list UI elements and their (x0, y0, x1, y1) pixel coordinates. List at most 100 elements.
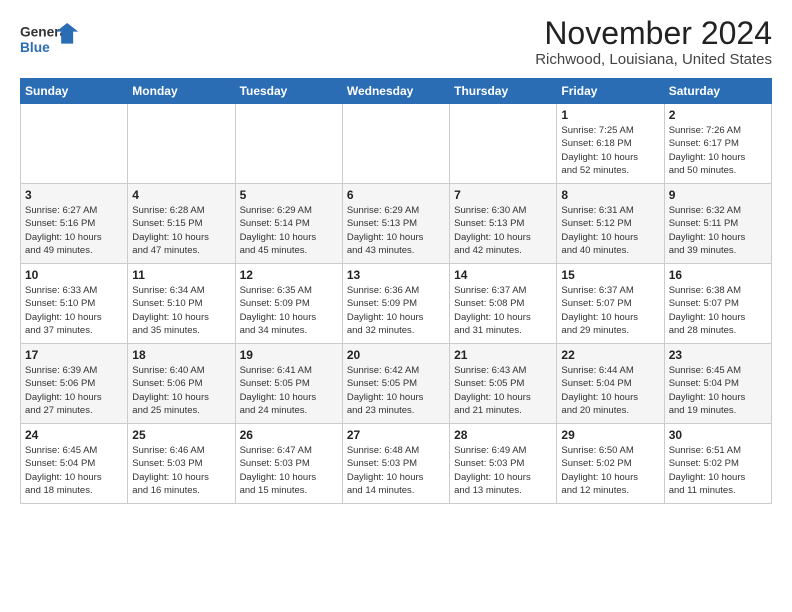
day-info: Sunrise: 6:44 AMSunset: 5:04 PMDaylight:… (561, 364, 659, 417)
day-number: 12 (240, 268, 338, 282)
header-saturday: Saturday (664, 79, 771, 104)
calendar-cell-w3-d3: 13 Sunrise: 6:36 AMSunset: 5:09 PMDayligh… (342, 264, 449, 344)
day-number: 22 (561, 348, 659, 362)
day-info: Sunrise: 6:49 AMSunset: 5:03 PMDaylight:… (454, 444, 552, 497)
calendar-cell-w3-d0: 10 Sunrise: 6:33 AMSunset: 5:10 PMDayligh… (21, 264, 128, 344)
day-info: Sunrise: 6:45 AMSunset: 5:04 PMDaylight:… (25, 444, 123, 497)
svg-text:Blue: Blue (20, 40, 50, 55)
day-number: 18 (132, 348, 230, 362)
day-info: Sunrise: 6:47 AMSunset: 5:03 PMDaylight:… (240, 444, 338, 497)
calendar-cell-w2-d4: 7 Sunrise: 6:30 AMSunset: 5:13 PMDaylight… (450, 184, 557, 264)
day-number: 10 (25, 268, 123, 282)
day-info: Sunrise: 6:33 AMSunset: 5:10 PMDaylight:… (25, 284, 123, 337)
day-number: 30 (669, 428, 767, 442)
calendar-cell-w3-d5: 15 Sunrise: 6:37 AMSunset: 5:07 PMDayligh… (557, 264, 664, 344)
week-row-4: 17Sunrise: 6:39 AMSunset: 5:06 PMDayligh… (21, 344, 772, 424)
calendar-cell-w4-d2: 19 Sunrise: 6:41 AMSunset: 5:05 PMDayligh… (235, 344, 342, 424)
calendar-cell-w5-d1: 25 Sunrise: 6:46 AMSunset: 5:03 PMDayligh… (128, 424, 235, 504)
calendar-cell-w1-d1 (128, 104, 235, 184)
day-number: 21 (454, 348, 552, 362)
calendar-cell-w1-d2 (235, 104, 342, 184)
day-info: Sunrise: 6:51 AMSunset: 5:02 PMDaylight:… (669, 444, 767, 497)
day-info: Sunrise: 6:48 AMSunset: 5:03 PMDaylight:… (347, 444, 445, 497)
day-number: 5 (240, 188, 338, 202)
day-number: 13 (347, 268, 445, 282)
calendar-cell-w1-d6: 2 Sunrise: 7:26 AMSunset: 6:17 PMDaylight… (664, 104, 771, 184)
calendar-cell-w5-d5: 29Sunrise: 6:50 AMSunset: 5:02 PMDayligh… (557, 424, 664, 504)
day-number: 2 (669, 108, 767, 122)
day-number: 26 (240, 428, 338, 442)
logo-svg: General Blue (20, 16, 80, 66)
calendar-cell-w4-d6: 23Sunrise: 6:45 AMSunset: 5:04 PMDayligh… (664, 344, 771, 424)
day-number: 6 (347, 188, 445, 202)
day-number: 24 (25, 428, 123, 442)
calendar-cell-w4-d5: 22 Sunrise: 6:44 AMSunset: 5:04 PMDayligh… (557, 344, 664, 424)
calendar-cell-w5-d3: 27 Sunrise: 6:48 AMSunset: 5:03 PMDayligh… (342, 424, 449, 504)
calendar-cell-w2-d3: 6 Sunrise: 6:29 AMSunset: 5:13 PMDaylight… (342, 184, 449, 264)
day-info: Sunrise: 6:42 AMSunset: 5:05 PMDaylight:… (347, 364, 445, 417)
calendar-body: 1Sunrise: 7:25 AMSunset: 6:18 PMDaylight… (21, 104, 772, 504)
header-tuesday: Tuesday (235, 79, 342, 104)
day-info: Sunrise: 7:25 AMSunset: 6:18 PMDaylight:… (561, 124, 659, 177)
day-number: 9 (669, 188, 767, 202)
day-info: Sunrise: 6:41 AMSunset: 5:05 PMDaylight:… (240, 364, 338, 417)
day-info: Sunrise: 6:35 AMSunset: 5:09 PMDaylight:… (240, 284, 338, 337)
calendar-cell-w5-d2: 26 Sunrise: 6:47 AMSunset: 5:03 PMDayligh… (235, 424, 342, 504)
calendar-cell-w1-d0 (21, 104, 128, 184)
day-info: Sunrise: 6:46 AMSunset: 5:03 PMDaylight:… (132, 444, 230, 497)
calendar-cell-w1-d4 (450, 104, 557, 184)
calendar-cell-w4-d1: 18 Sunrise: 6:40 AMSunset: 5:06 PMDayligh… (128, 344, 235, 424)
day-info: Sunrise: 6:40 AMSunset: 5:06 PMDaylight:… (132, 364, 230, 417)
calendar-cell-w5-d6: 30 Sunrise: 6:51 AMSunset: 5:02 PMDayligh… (664, 424, 771, 504)
day-number: 16 (669, 268, 767, 282)
day-info: Sunrise: 6:28 AMSunset: 5:15 PMDaylight:… (132, 204, 230, 257)
week-row-1: 1Sunrise: 7:25 AMSunset: 6:18 PMDaylight… (21, 104, 772, 184)
header-friday: Friday (557, 79, 664, 104)
day-number: 27 (347, 428, 445, 442)
day-number: 28 (454, 428, 552, 442)
header-wednesday: Wednesday (342, 79, 449, 104)
calendar-cell-w2-d0: 3Sunrise: 6:27 AMSunset: 5:16 PMDaylight… (21, 184, 128, 264)
day-info: Sunrise: 6:37 AMSunset: 5:07 PMDaylight:… (561, 284, 659, 337)
calendar-cell-w3-d6: 16 Sunrise: 6:38 AMSunset: 5:07 PMDayligh… (664, 264, 771, 344)
calendar-cell-w3-d4: 14Sunrise: 6:37 AMSunset: 5:08 PMDayligh… (450, 264, 557, 344)
day-number: 25 (132, 428, 230, 442)
calendar-cell-w1-d3 (342, 104, 449, 184)
day-number: 19 (240, 348, 338, 362)
calendar-cell-w1-d5: 1Sunrise: 7:25 AMSunset: 6:18 PMDaylight… (557, 104, 664, 184)
week-row-5: 24 Sunrise: 6:45 AMSunset: 5:04 PMDayligh… (21, 424, 772, 504)
header-sunday: Sunday (21, 79, 128, 104)
day-info: Sunrise: 6:29 AMSunset: 5:13 PMDaylight:… (347, 204, 445, 257)
day-info: Sunrise: 7:26 AMSunset: 6:17 PMDaylight:… (669, 124, 767, 177)
logo: General Blue (20, 16, 80, 66)
title-block: November 2024 Richwood, Louisiana, Unite… (535, 16, 772, 68)
day-number: 7 (454, 188, 552, 202)
calendar-cell-w2-d5: 8Sunrise: 6:31 AMSunset: 5:12 PMDaylight… (557, 184, 664, 264)
week-row-3: 10 Sunrise: 6:33 AMSunset: 5:10 PMDayligh… (21, 264, 772, 344)
page-header: General Blue November 2024 Richwood, Lou… (20, 16, 772, 68)
day-number: 15 (561, 268, 659, 282)
day-info: Sunrise: 6:36 AMSunset: 5:09 PMDaylight:… (347, 284, 445, 337)
calendar-cell-w2-d1: 4 Sunrise: 6:28 AMSunset: 5:15 PMDaylight… (128, 184, 235, 264)
calendar-table: Sunday Monday Tuesday Wednesday Thursday… (20, 78, 772, 504)
header-thursday: Thursday (450, 79, 557, 104)
day-info: Sunrise: 6:34 AMSunset: 5:10 PMDaylight:… (132, 284, 230, 337)
day-info: Sunrise: 6:50 AMSunset: 5:02 PMDaylight:… (561, 444, 659, 497)
day-number: 4 (132, 188, 230, 202)
day-info: Sunrise: 6:43 AMSunset: 5:05 PMDaylight:… (454, 364, 552, 417)
calendar-cell-w2-d2: 5 Sunrise: 6:29 AMSunset: 5:14 PMDaylight… (235, 184, 342, 264)
day-info: Sunrise: 6:38 AMSunset: 5:07 PMDaylight:… (669, 284, 767, 337)
day-number: 11 (132, 268, 230, 282)
weekday-header-row: Sunday Monday Tuesday Wednesday Thursday… (21, 79, 772, 104)
day-info: Sunrise: 6:30 AMSunset: 5:13 PMDaylight:… (454, 204, 552, 257)
calendar-cell-w5-d4: 28 Sunrise: 6:49 AMSunset: 5:03 PMDayligh… (450, 424, 557, 504)
calendar-cell-w4-d3: 20Sunrise: 6:42 AMSunset: 5:05 PMDayligh… (342, 344, 449, 424)
calendar-cell-w4-d4: 21 Sunrise: 6:43 AMSunset: 5:05 PMDayligh… (450, 344, 557, 424)
day-number: 3 (25, 188, 123, 202)
calendar-cell-w2-d6: 9Sunrise: 6:32 AMSunset: 5:11 PMDaylight… (664, 184, 771, 264)
calendar-cell-w5-d0: 24 Sunrise: 6:45 AMSunset: 5:04 PMDayligh… (21, 424, 128, 504)
day-info: Sunrise: 6:45 AMSunset: 5:04 PMDaylight:… (669, 364, 767, 417)
day-info: Sunrise: 6:29 AMSunset: 5:14 PMDaylight:… (240, 204, 338, 257)
day-info: Sunrise: 6:31 AMSunset: 5:12 PMDaylight:… (561, 204, 659, 257)
day-number: 14 (454, 268, 552, 282)
